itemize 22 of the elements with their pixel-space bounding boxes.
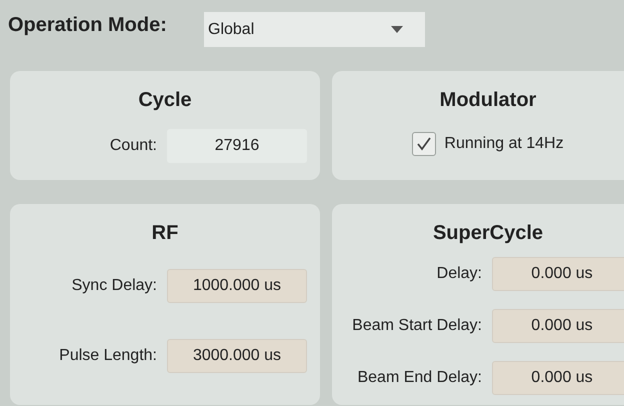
value-display: 27916 [167,129,307,163]
input-field[interactable]: 1000.000 us [167,269,307,303]
panel-title: Modulator [438,88,538,113]
checkbox-label: Running at 14Hz [444,134,564,154]
panel-title: RF [150,221,180,246]
field-label: Delay: [436,264,482,284]
field-label: Pulse Length: [58,346,157,366]
field-label: Beam Start Delay: [351,316,482,336]
field-label: Count: [108,136,157,156]
operation-mode-label: Operation Mode: [8,13,168,38]
panel-title: SuperCycle [432,221,544,246]
check-icon [416,136,432,152]
field-label: Sync Delay: [70,276,157,296]
panel-title: Cycle [137,88,193,113]
input-field[interactable]: 0.000 us [492,309,624,343]
input-field[interactable]: 3000.000 us [167,339,307,373]
input-field[interactable]: 0.000 us [492,257,624,291]
input-field[interactable]: 0.000 us [492,361,624,395]
field-label: Beam End Delay: [356,368,482,388]
checkbox[interactable] [412,132,436,156]
caret-icon [391,26,403,33]
mode-dropdown[interactable]: Global [204,12,425,47]
